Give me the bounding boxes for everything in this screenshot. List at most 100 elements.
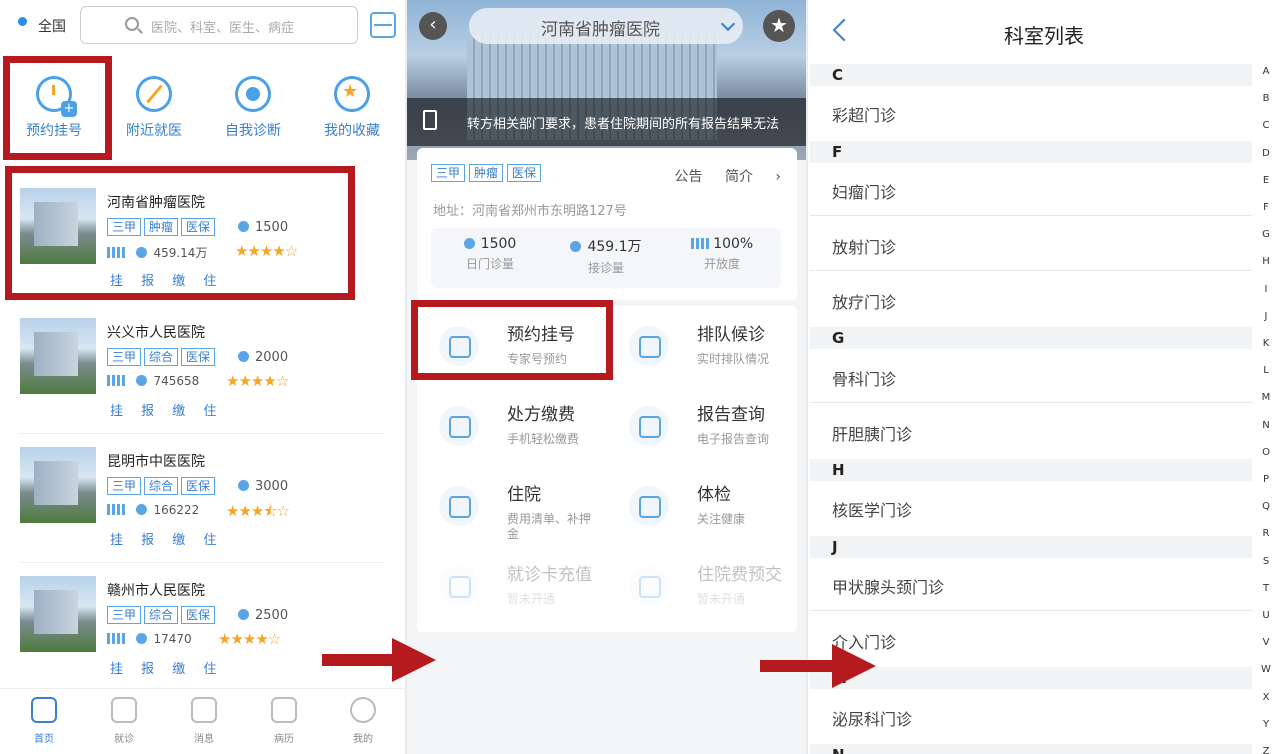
quick-selfdiag-button[interactable]: 自我诊断	[203, 58, 303, 158]
target-icon	[235, 76, 271, 112]
tag: 医保	[181, 606, 216, 624]
index-letter[interactable]: L	[1256, 365, 1276, 376]
service-report[interactable]: 报告查询 电子报告查询	[607, 390, 797, 470]
person-icon	[238, 351, 249, 362]
service-queue[interactable]: 排队候诊 实时排队情况	[607, 310, 797, 390]
hospital-item[interactable]: 赣州市人民医院 三甲 综合 医保 2500 17470 ★★★★☆ 挂 报 缴 …	[0, 564, 405, 692]
index-letter[interactable]: K	[1256, 338, 1276, 349]
search-input[interactable]: 医院、科室、医生、病症	[80, 6, 358, 44]
service-title: 就诊卡充值	[507, 565, 592, 585]
service-subtitle: 费用清单、补押金	[507, 512, 592, 541]
search-icon	[125, 17, 139, 31]
hospital-item[interactable]: 兴义市人民医院 三甲 综合 医保 2000 745658 ★★★★☆ 挂 报 缴…	[0, 306, 405, 434]
department-item[interactable]: 放疗门诊	[832, 289, 896, 313]
service-prepay: 住院费预交 暂未开通	[607, 550, 797, 630]
visits-value: 2500	[255, 608, 289, 623]
index-letter[interactable]: G	[1256, 229, 1276, 240]
speaker-icon	[423, 110, 437, 130]
rating-stars: ★★★★☆	[218, 630, 281, 648]
index-letter[interactable]: F	[1256, 202, 1276, 213]
index-letter[interactable]: R	[1256, 528, 1276, 539]
notice-bar[interactable]: 转方相关部门要求，患者住院期间的所有报告结果无法	[407, 98, 806, 146]
location-selector[interactable]: 全国	[38, 16, 66, 36]
department-item[interactable]: 骨科门诊	[832, 366, 896, 390]
rating-stars: ★★★⯪☆	[226, 502, 290, 520]
index-letter[interactable]: Z	[1256, 746, 1276, 754]
department-item[interactable]: 妇瘤门诊	[832, 179, 896, 203]
service-checkup[interactable]: 体检 关注健康	[607, 470, 797, 550]
hospital-switcher[interactable]: 河南省肿瘤医院	[469, 8, 743, 44]
person-icon	[238, 609, 249, 620]
divider	[810, 270, 1252, 271]
tag: 综合	[144, 477, 179, 495]
hospital-name: 兴义市人民医院	[107, 325, 205, 341]
index-letter[interactable]: O	[1256, 447, 1276, 458]
hospital-actions[interactable]: 挂 报 缴 住	[110, 400, 216, 419]
index-letter[interactable]: C	[1256, 120, 1276, 131]
index-letter[interactable]: D	[1256, 148, 1276, 159]
hospital-info-card: 三甲 肿瘤 医保 公告 简介 › 地址：河南省郑州市东明路127号 1500 日门…	[417, 148, 797, 300]
index-letter[interactable]: Q	[1256, 501, 1276, 512]
hand-icon	[570, 241, 582, 252]
stat-openness: 100% 开放度	[667, 236, 777, 272]
back-icon[interactable]: ‹	[419, 12, 447, 40]
quick-nearby-button[interactable]: 附近就医	[104, 58, 204, 158]
hospital-photo	[20, 447, 96, 523]
index-letter[interactable]: U	[1256, 610, 1276, 621]
hospital-actions[interactable]: 挂 报 缴 住	[110, 658, 216, 677]
index-letter[interactable]: A	[1256, 66, 1276, 77]
department-item[interactable]: 泌尿科门诊	[832, 706, 912, 730]
department-item[interactable]: 彩超门诊	[832, 102, 896, 126]
index-letter[interactable]: M	[1256, 392, 1276, 403]
hospital-name: 赣州市人民医院	[107, 583, 205, 599]
index-letter[interactable]: V	[1256, 637, 1276, 648]
signal-icon	[107, 504, 125, 515]
favorite-star-icon[interactable]: ★	[763, 10, 795, 42]
index-letter[interactable]: N	[1256, 420, 1276, 431]
stats-panel: 1500 日门诊量 459.1万 接诊量 100% 开放度	[431, 228, 781, 288]
index-letter[interactable]: I	[1256, 284, 1276, 295]
bottom-tab-bar: 首页 就诊 消息 病历 我的	[0, 688, 405, 754]
hand-icon	[136, 504, 148, 515]
index-letter[interactable]: Y	[1256, 719, 1276, 730]
service-inpatient[interactable]: 住院 费用清单、补押金	[417, 470, 607, 550]
tab-label: 就诊	[114, 734, 134, 745]
tab-records[interactable]: 病历	[254, 697, 314, 745]
department-item[interactable]: 肝胆胰门诊	[832, 421, 912, 445]
hospital-name: 昆明市中医医院	[107, 454, 205, 470]
tab-messages[interactable]: 消息	[174, 697, 234, 745]
index-letter[interactable]: H	[1256, 256, 1276, 267]
tab-profile[interactable]: 我的	[333, 697, 393, 745]
tag: 肿瘤	[469, 164, 504, 182]
person-icon	[238, 480, 249, 491]
stat-received: 459.1万 接诊量	[551, 236, 661, 276]
user-icon	[350, 697, 376, 723]
index-letter[interactable]: W	[1256, 664, 1276, 675]
visits-value: 2000	[255, 350, 289, 365]
stat-label: 开放度	[703, 257, 740, 271]
hospital-item[interactable]: 昆明市中医医院 三甲 综合 医保 3000 166222 ★★★⯪☆ 挂 报 缴…	[0, 435, 405, 563]
service-prescription-pay[interactable]: 处方缴费 手机轻松缴费	[417, 390, 607, 470]
index-letter[interactable]: B	[1256, 93, 1276, 104]
hospital-actions[interactable]: 挂 报 缴 住	[110, 529, 216, 548]
department-item[interactable]: 放射门诊	[832, 234, 896, 258]
index-letter[interactable]: P	[1256, 474, 1276, 485]
section-header: J	[810, 536, 1252, 558]
quick-favorites-button[interactable]: 我的收藏	[302, 58, 402, 158]
announcement-intro-links[interactable]: 公告 简介 ›	[675, 166, 782, 186]
hospital-tags: 三甲 综合 医保	[107, 348, 216, 366]
service-subtitle: 手机轻松缴费	[507, 432, 580, 446]
tab-home[interactable]: 首页	[14, 697, 74, 745]
index-letter[interactable]: S	[1256, 556, 1276, 567]
department-item[interactable]: 核医学门诊	[832, 497, 912, 521]
index-letter[interactable]: E	[1256, 175, 1276, 186]
department-item[interactable]: 甲状腺头颈门诊	[832, 574, 944, 598]
index-letter[interactable]: T	[1256, 583, 1276, 594]
tag: 三甲	[107, 348, 142, 366]
clipboard-icon	[629, 406, 669, 446]
index-letter[interactable]: J	[1256, 311, 1276, 322]
notice-text: 转方相关部门要求，患者住院期间的所有报告结果无法	[467, 117, 780, 132]
tab-visit[interactable]: 就诊	[94, 697, 154, 745]
index-letter[interactable]: X	[1256, 692, 1276, 703]
scan-icon[interactable]	[370, 12, 396, 38]
